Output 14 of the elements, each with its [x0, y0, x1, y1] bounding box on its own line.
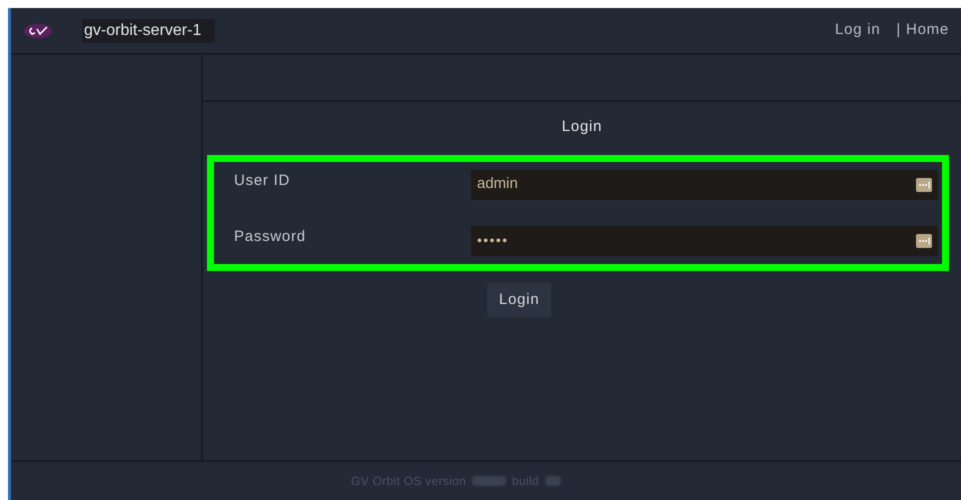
text-field[interactable]: admin [471, 170, 938, 200]
nav-link[interactable]: | Home [896, 19, 949, 42]
field-label: Password [233, 226, 307, 246]
redacted-block [544, 476, 561, 486]
logo-icon [23, 22, 53, 38]
key-icon[interactable] [916, 234, 932, 248]
password-field[interactable]: ••••• [471, 226, 938, 256]
server-name: gv-orbit-server-1 [82, 18, 216, 42]
login-button[interactable]: Login [487, 282, 552, 317]
key-icon[interactable] [916, 178, 932, 192]
field-label: User ID [233, 170, 292, 190]
nav-link[interactable]: Log in [835, 19, 880, 42]
redacted-block [472, 476, 506, 486]
form-title: Login [560, 117, 604, 137]
